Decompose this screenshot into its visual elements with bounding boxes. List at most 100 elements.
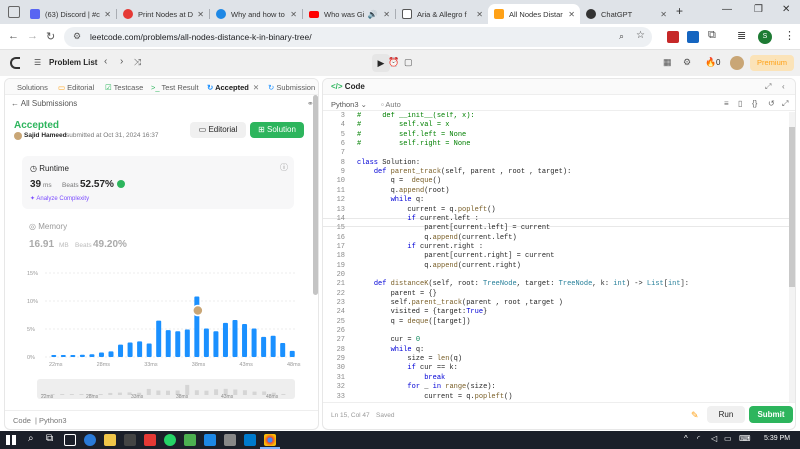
notes-icon[interactable]: ▢ <box>404 57 413 68</box>
runtime-bar[interactable] <box>222 322 228 357</box>
tab-accepted[interactable]: ↻ Accepted ✕ <box>207 83 259 92</box>
editor-scrollbar-thumb[interactable] <box>789 127 795 287</box>
problem-list-link[interactable]: Problem List <box>49 58 97 67</box>
runtime-bar[interactable] <box>175 331 181 357</box>
next-problem-icon[interactable]: › <box>120 56 123 67</box>
browser-tab[interactable]: Print Nodes at D ✕ <box>117 4 209 24</box>
maximize-icon[interactable]: ⤢ <box>765 82 771 92</box>
runtime-bar[interactable] <box>146 343 152 357</box>
editorial-button[interactable]: ▭ Editorial <box>190 122 246 138</box>
runtime-bar[interactable] <box>156 320 162 357</box>
runtime-bar[interactable] <box>70 355 76 357</box>
reading-list-icon[interactable]: ≣ <box>737 29 746 42</box>
extension-icon[interactable] <box>687 31 699 43</box>
runtime-bar[interactable] <box>232 320 238 357</box>
app-icon[interactable] <box>144 434 156 446</box>
browser-tab[interactable]: Why and how to ✕ <box>210 4 302 24</box>
browser-tab[interactable]: (63) Discord | #c ✕ <box>24 4 116 24</box>
runtime-bar[interactable] <box>108 351 114 357</box>
run-button[interactable]: Run <box>707 406 745 423</box>
close-window-icon[interactable]: ✕ <box>782 4 790 15</box>
user-avatar[interactable] <box>730 56 744 70</box>
windows-start-icon[interactable] <box>6 435 16 445</box>
store-icon[interactable] <box>124 434 136 446</box>
scrollbar[interactable] <box>313 95 318 295</box>
runtime-bar[interactable] <box>79 354 85 357</box>
browser-tab[interactable]: ChatGPT ✕ <box>580 4 672 24</box>
info-icon[interactable]: ⓘ <box>280 162 288 173</box>
close-tab-icon[interactable]: ✕ <box>253 83 259 92</box>
extensions-puzzle-icon[interactable]: ⧉ <box>708 29 716 42</box>
tab-editorial[interactable]: ▭ Editorial <box>58 83 94 92</box>
problem-list-icon[interactable]: ☰ <box>34 58 41 67</box>
runtime-bar[interactable] <box>127 342 133 357</box>
new-tab-button[interactable]: + <box>676 4 683 18</box>
back-icon[interactable]: ← <box>8 30 19 42</box>
runtime-bar[interactable] <box>270 335 276 357</box>
site-info-icon[interactable]: ⚙ <box>73 31 81 42</box>
keyboard-icon[interactable]: ⌨ <box>739 434 751 443</box>
runtime-bar[interactable] <box>98 352 104 357</box>
your-submission-avatar[interactable] <box>192 304 204 317</box>
forward-icon[interactable]: → <box>27 30 38 42</box>
minimize-icon[interactable]: — <box>722 4 732 15</box>
runtime-bar[interactable] <box>242 323 248 357</box>
whatsapp-icon[interactable] <box>164 434 176 446</box>
solution-button[interactable]: ⊞ Solution <box>250 122 304 138</box>
fullscreen-icon[interactable]: ⤢ <box>782 99 788 109</box>
close-tab-icon[interactable]: ✕ <box>660 10 667 19</box>
close-tab-icon[interactable]: ✕ <box>197 10 204 19</box>
runtime-bar[interactable] <box>289 350 295 357</box>
language-select[interactable]: Python3 ⌄ <box>331 100 367 109</box>
omnibox[interactable]: ⚙ leetcode.com/problems/all-nodes-distan… <box>64 27 652 47</box>
shuffle-icon[interactable]: ⤨ <box>134 57 141 68</box>
runtime-bar[interactable] <box>251 328 257 357</box>
bookmark-icon[interactable]: ▯ <box>738 99 742 108</box>
code-editor[interactable]: 3 # def __init__(self, x): 4 # self.val = x… <box>323 112 789 402</box>
settings-icon[interactable]: ⚙ <box>683 57 691 68</box>
runtime-bar[interactable] <box>203 328 209 357</box>
close-tab-icon[interactable]: ✕ <box>290 10 297 19</box>
auto-mode[interactable]: ▫ Auto <box>381 100 401 109</box>
restore-icon[interactable]: ❐ <box>754 4 763 15</box>
zoom-icon[interactable]: ⌕ <box>619 31 624 42</box>
notes-icon[interactable]: ✎ <box>691 410 699 421</box>
tab-testcase[interactable]: ☑ Testcase <box>105 83 143 92</box>
reload-icon[interactable]: ↻ <box>46 30 55 43</box>
runtime-distribution-chart[interactable]: 15% 10% 5% 0% 22ms 28ms 33ms 38ms 43ms 48ms <box>25 267 305 377</box>
runtime-bar[interactable] <box>60 355 66 357</box>
submit-button[interactable]: Submit <box>749 406 793 423</box>
prev-problem-icon[interactable]: ‹ <box>104 56 107 67</box>
volume-icon[interactable]: ◁ <box>711 434 717 443</box>
app-icon[interactable] <box>184 434 196 446</box>
browser-tab-active[interactable]: All Nodes Distar ✕ <box>488 4 580 24</box>
runtime-bar[interactable] <box>184 329 190 357</box>
close-tab-icon[interactable]: ✕ <box>104 10 111 19</box>
audio-playing-icon[interactable]: 🔊 <box>367 10 377 19</box>
runtime-bar[interactable] <box>137 341 143 357</box>
timer-icon[interactable]: ⏰ <box>388 57 399 68</box>
profile-avatar[interactable]: S <box>758 30 772 44</box>
tab-search-icon[interactable] <box>8 6 20 18</box>
tab-solutions[interactable]: Solutions <box>17 83 48 92</box>
file-explorer-icon[interactable] <box>104 434 116 446</box>
vscode-icon[interactable] <box>244 434 256 446</box>
runtime-bar[interactable] <box>51 355 57 357</box>
runtime-bar[interactable] <box>165 330 171 357</box>
widgets-icon[interactable] <box>64 434 76 446</box>
runtime-bar[interactable] <box>213 331 219 357</box>
app-icon[interactable] <box>204 434 216 446</box>
runtime-bar[interactable] <box>261 336 267 357</box>
user-name[interactable]: Sajid Hameed <box>24 132 67 139</box>
format-icon[interactable]: ≡ <box>724 99 729 108</box>
app-icon[interactable] <box>224 434 236 446</box>
layout-icon[interactable]: ▦ <box>663 57 672 68</box>
edge-icon[interactable] <box>84 434 96 446</box>
braces-icon[interactable]: {} <box>752 99 757 108</box>
collapse-icon[interactable]: ‹ <box>782 82 785 91</box>
runtime-bar[interactable] <box>118 344 124 357</box>
tray-chevron-icon[interactable]: ^ <box>684 434 688 443</box>
runtime-bar[interactable] <box>280 343 286 357</box>
streak-fire-icon[interactable]: 🔥 <box>705 57 716 68</box>
runtime-bar[interactable] <box>89 354 95 357</box>
